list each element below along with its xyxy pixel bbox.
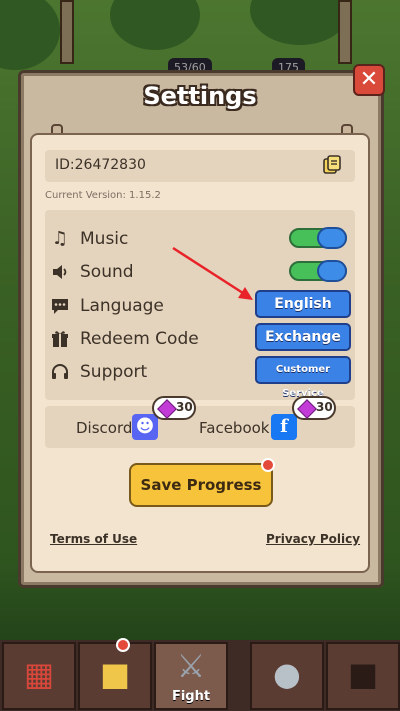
tab-heroes[interactable]: ● (250, 642, 324, 710)
lock-icon: ■ (347, 655, 379, 693)
facebook-label: Facebook (199, 419, 270, 437)
discord-label: Discord (76, 419, 133, 437)
discord-icon[interactable]: ☻ (132, 414, 158, 440)
tab-cards[interactable]: ■ (78, 638, 152, 710)
tab-shop[interactable]: ▦ (2, 642, 76, 710)
toggle-knob (317, 227, 347, 249)
facebook-reward-badge: 30 (292, 396, 336, 420)
gift-icon (52, 331, 68, 347)
tab-fight[interactable]: ⚔ Fight (154, 642, 228, 710)
dialog-title: Settings (143, 82, 257, 110)
gem-icon (297, 399, 317, 419)
terms-of-use-link[interactable]: Terms of Use (50, 532, 137, 546)
helmet-icon: ● (273, 655, 301, 693)
sound-toggle[interactable] (289, 260, 347, 282)
reward-amount: 30 (176, 400, 193, 414)
headset-icon (52, 364, 68, 379)
discord-reward-badge: 30 (152, 396, 196, 420)
language-label: Language (80, 296, 164, 316)
language-button[interactable]: English (255, 290, 351, 318)
facebook-icon[interactable]: f (271, 414, 297, 440)
tab-locked[interactable]: ■ (326, 642, 400, 710)
tab-label: Fight (171, 689, 211, 704)
redeem-code-label: Redeem Code (80, 329, 199, 349)
music-toggle[interactable] (289, 227, 347, 249)
speaker-icon (53, 265, 67, 279)
close-icon: ✕ (359, 67, 379, 92)
notification-dot (116, 638, 130, 652)
notification-dot (261, 458, 275, 472)
reward-amount: 30 (316, 400, 333, 414)
music-note-icon: ♫ (51, 228, 69, 249)
sound-label: Sound (80, 262, 134, 282)
chat-icon (52, 299, 68, 314)
customer-service-button[interactable]: Customer Service (255, 356, 351, 399)
copy-icon[interactable] (322, 155, 342, 175)
shop-icon: ▦ (23, 655, 55, 693)
close-button[interactable]: ✕ (353, 64, 385, 96)
cards-icon: ■ (99, 655, 131, 693)
player-id: ID:26472830 (55, 157, 146, 173)
support-label: Support (80, 362, 148, 382)
exchange-button[interactable]: Exchange (255, 323, 351, 351)
toggle-knob (317, 260, 347, 282)
gem-icon (157, 399, 177, 419)
version-label: Current Version: 1.15.2 (45, 190, 161, 201)
save-progress-label: Save Progress (140, 476, 262, 494)
music-label: Music (80, 229, 129, 249)
privacy-policy-link[interactable]: Privacy Policy (266, 532, 360, 546)
crossed-swords-icon: ⚔ (176, 647, 206, 685)
bottom-nav: ▦ ■ ⚔ Fight ● ■ (0, 638, 400, 711)
save-progress-button[interactable]: Save Progress (129, 458, 275, 507)
